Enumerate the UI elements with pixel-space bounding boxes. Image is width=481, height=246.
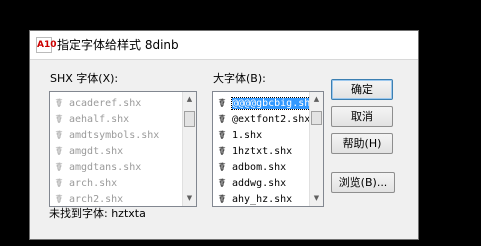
scroll-thumb[interactable] [311, 111, 322, 125]
compass-icon: ☤ [54, 176, 64, 190]
title-bar: A10 指定字体给样式 8dinb [30, 31, 418, 60]
scroll-up-arrow-icon[interactable]: ▲ [183, 93, 196, 106]
big-font-item-selected[interactable]: ☤ @@@@gbcbig.shx [215, 95, 318, 111]
compass-icon: ☤ [217, 112, 227, 126]
big-font-item[interactable]: ☤ addwg.shx [215, 175, 286, 191]
shx-font-item: ☤ aehalf.shx [52, 111, 129, 127]
scroll-down-arrow-icon[interactable]: ▼ [183, 192, 196, 205]
shx-font-item: ☤ arch2.shx [52, 191, 123, 206]
shx-font-label: SHX 字体(X): [50, 72, 119, 85]
compass-icon: ☤ [217, 176, 227, 190]
missing-font-status: 未找到字体: hztxta [49, 207, 146, 220]
big-font-item[interactable]: ☤ ahy_hz.shx [215, 191, 292, 206]
shx-font-item: ☤ amgdt.shx [52, 143, 123, 159]
compass-icon: ☤ [54, 96, 64, 110]
shx-font-item: ☤ amgdtans.shx [52, 159, 141, 175]
compass-icon: ☤ [217, 160, 227, 174]
ok-button[interactable]: 确定 [331, 79, 393, 100]
compass-icon: ☤ [217, 192, 227, 206]
shx-font-list: ☤ acaderef.shx ☤ aehalf.shx ☤ amdtsymbols.s… [49, 91, 197, 207]
big-font-item[interactable]: ☤ adbom.shx [215, 159, 286, 175]
shx-font-item: ☤ amdtsymbols.shx [52, 127, 159, 143]
specify-font-dialog: A10 指定字体给样式 8dinb SHX 字体(X): ☤ acaderef.s… [29, 30, 419, 240]
shx-font-item: ☤ arch.shx [52, 175, 117, 191]
cancel-button[interactable]: 取消 [331, 106, 393, 127]
compass-icon: ☤ [54, 144, 64, 158]
big-font-item[interactable]: ☤ 1.shx [215, 127, 262, 143]
compass-icon: ☤ [54, 112, 64, 126]
big-font-list-scrollbar[interactable]: ▲ ▼ [309, 92, 323, 206]
scroll-thumb[interactable] [184, 111, 195, 127]
compass-icon: ☤ [217, 128, 227, 142]
compass-icon: ☤ [217, 144, 227, 158]
compass-icon: ☤ [217, 96, 227, 110]
big-font-list: ☤ @@@@gbcbig.shx ☤ @extfont2.shx ☤ 1.shx ☤ 1… [212, 91, 324, 207]
dialog-title: 指定字体给样式 8dinb [57, 38, 179, 52]
compass-icon: ☤ [54, 192, 64, 206]
app-icon: A10 [36, 37, 57, 53]
compass-icon: ☤ [54, 160, 64, 174]
shx-font-item: ☤ acaderef.shx [52, 95, 141, 111]
scroll-up-arrow-icon[interactable]: ▲ [310, 93, 323, 106]
browse-button[interactable]: 浏览(B)... [331, 172, 395, 193]
big-font-item[interactable]: ☤ @extfont2.shx [215, 111, 310, 127]
help-button[interactable]: 帮助(H) [331, 133, 393, 154]
big-font-label: 大字体(B): [213, 72, 266, 85]
scroll-down-arrow-icon[interactable]: ▼ [310, 192, 323, 205]
compass-icon: ☤ [54, 128, 64, 142]
shx-list-scrollbar[interactable]: ▲ ▼ [182, 92, 196, 206]
big-font-item[interactable]: ☤ 1hztxt.shx [215, 143, 292, 159]
